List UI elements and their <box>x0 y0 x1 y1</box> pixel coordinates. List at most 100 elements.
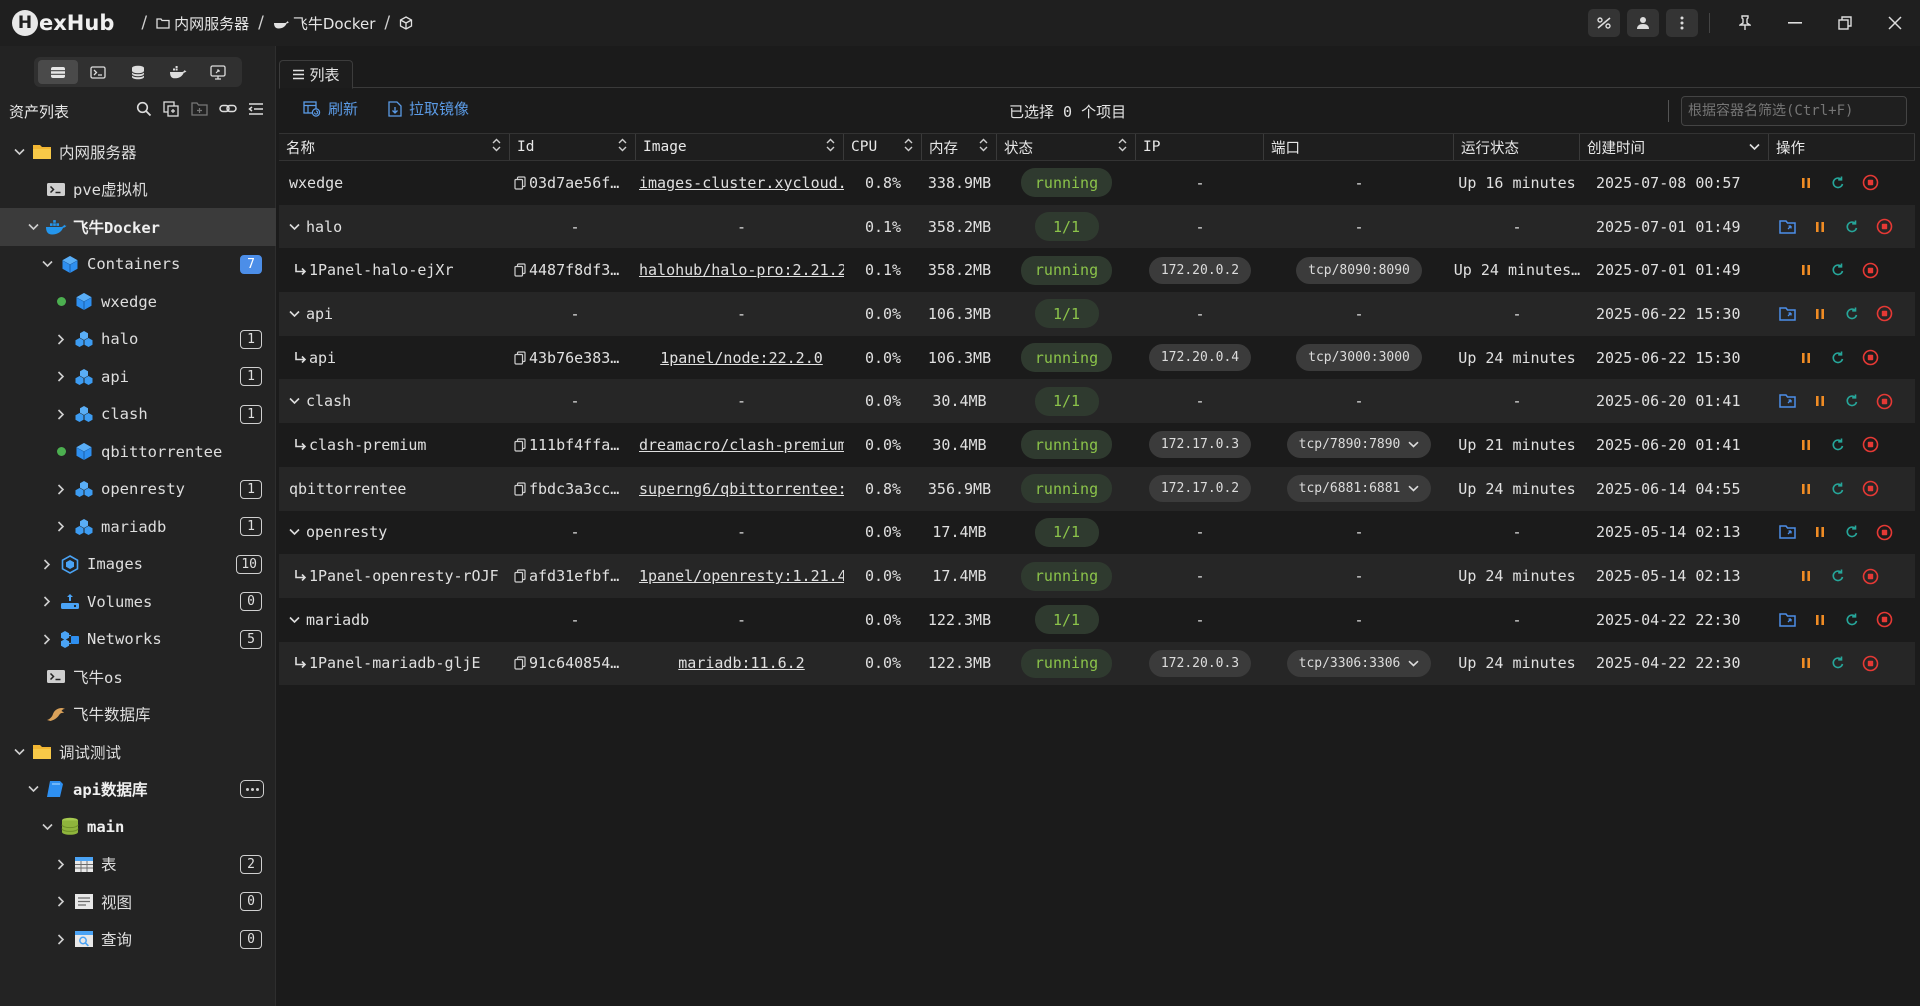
expand-toggle[interactable] <box>54 934 68 945</box>
restart-button[interactable] <box>1843 523 1861 541</box>
table-row[interactable]: api 43b76e383… 1panel/node:22.2.0 0.0% 106.3… <box>279 336 1915 380</box>
tab-database-view[interactable] <box>118 60 158 84</box>
sort-icon[interactable] <box>492 138 501 156</box>
stop-button[interactable] <box>1861 436 1879 454</box>
restart-button[interactable] <box>1829 567 1847 585</box>
pause-button[interactable] <box>1811 305 1829 323</box>
chevron-down-icon[interactable] <box>1408 660 1419 667</box>
sort-icon[interactable] <box>1118 138 1127 156</box>
container-filter-input[interactable] <box>1681 96 1907 126</box>
pull-image-button[interactable]: 拉取镜像 <box>388 98 469 119</box>
restart-button[interactable] <box>1843 392 1861 410</box>
expand-toggle[interactable] <box>40 260 54 268</box>
user-button[interactable] <box>1627 9 1659 37</box>
pause-button[interactable] <box>1797 349 1815 367</box>
tab-list[interactable]: 列表 <box>279 60 353 89</box>
column-header[interactable]: IP <box>1136 134 1264 160</box>
restart-button[interactable] <box>1829 261 1847 279</box>
tab-remote-view[interactable] <box>198 60 238 84</box>
column-header[interactable]: 名称 <box>279 134 510 160</box>
sort-desc-icon[interactable] <box>1749 139 1760 155</box>
column-header[interactable]: 状态 <box>997 134 1136 160</box>
tree-node-视图[interactable]: 视图 0 <box>0 883 276 921</box>
tree-node-volumes[interactable]: Volumes 0 <box>0 583 276 621</box>
pause-button[interactable] <box>1811 523 1829 541</box>
pause-button[interactable] <box>1797 436 1815 454</box>
stop-button[interactable] <box>1861 349 1879 367</box>
chevron-down-icon[interactable] <box>289 223 300 231</box>
percent-toggle-button[interactable] <box>1588 9 1620 37</box>
stop-button[interactable] <box>1875 523 1893 541</box>
stop-button[interactable] <box>1875 218 1893 236</box>
stop-button[interactable] <box>1875 611 1893 629</box>
port-dropdown[interactable]: tcp/3306:3306 <box>1286 649 1432 677</box>
tree-node-main[interactable]: main <box>0 808 276 846</box>
image-link[interactable]: 1panel/node:22.2.0 <box>660 349 823 367</box>
stop-button[interactable] <box>1861 174 1879 192</box>
table-row[interactable]: 1Panel-openresty-rOJF afd31efbf… 1panel/op… <box>279 554 1915 598</box>
column-header[interactable]: 运行状态 <box>1454 134 1580 160</box>
pause-button[interactable] <box>1811 392 1829 410</box>
expand-toggle[interactable] <box>54 409 68 420</box>
chevron-down-icon[interactable] <box>289 310 300 318</box>
table-group-row[interactable]: api - - 0.0% 106.3MB 1/1 - - - 2025-06-22 15:30 <box>279 292 1915 336</box>
expand-toggle[interactable] <box>54 484 68 495</box>
table-row[interactable]: qbittorrentee fbdc3a3cc… superng6/qbittorr… <box>279 466 1915 511</box>
pause-button[interactable] <box>1797 480 1815 498</box>
column-header[interactable]: 端口 <box>1264 134 1454 160</box>
expand-toggle[interactable] <box>54 334 68 345</box>
restart-button[interactable] <box>1829 480 1847 498</box>
sort-icon[interactable] <box>826 138 835 156</box>
stop-button[interactable] <box>1861 261 1879 279</box>
tree-node-pve虚拟机[interactable]: pve虚拟机 <box>0 171 276 209</box>
tree-node-飞牛docker[interactable]: 飞牛Docker <box>0 208 276 246</box>
new-folder-icon[interactable] <box>191 101 208 121</box>
image-link[interactable]: 1panel/openresty:1.21.4 <box>639 567 844 585</box>
pause-button[interactable] <box>1797 567 1815 585</box>
expand-toggle[interactable] <box>40 823 54 831</box>
table-group-row[interactable]: openresty - - 0.0% 17.4MB 1/1 - - - 2025-05-14 02… <box>279 511 1915 555</box>
breadcrumb-item-server[interactable]: 内网服务器 <box>156 13 249 34</box>
open-compose-button[interactable] <box>1779 392 1797 410</box>
column-header[interactable]: Image <box>636 134 844 160</box>
more-options-button[interactable] <box>240 780 264 799</box>
restore-button[interactable] <box>1820 0 1870 46</box>
tree-node-wxedge[interactable]: wxedge <box>0 283 276 321</box>
restart-button[interactable] <box>1843 218 1861 236</box>
table-row[interactable]: clash-premium 111bf4ffa… dreamacro/clash-p… <box>279 423 1915 467</box>
tab-list-view[interactable] <box>38 60 78 84</box>
table-row[interactable]: wxedge 03d7ae56f… images-cluster.xycloud. 0… <box>279 161 1915 205</box>
column-header[interactable]: 创建时间 <box>1580 134 1769 160</box>
open-compose-button[interactable] <box>1779 611 1797 629</box>
tree-node-api数据库[interactable]: api数据库 <box>0 771 276 809</box>
table-row[interactable]: 1Panel-halo-ejXr 4487f8df3… halohub/halo-p… <box>279 248 1915 292</box>
tree-node-mariadb[interactable]: mariadb 1 <box>0 508 276 546</box>
image-link[interactable]: images-cluster.xycloud. <box>639 174 844 192</box>
stop-button[interactable] <box>1875 392 1893 410</box>
pause-button[interactable] <box>1811 218 1829 236</box>
tree-node-halo[interactable]: halo 1 <box>0 321 276 359</box>
minimize-button[interactable] <box>1770 0 1820 46</box>
search-icon[interactable] <box>136 101 152 121</box>
copy-icon[interactable] <box>514 263 526 277</box>
tab-terminal-view[interactable] <box>78 60 118 84</box>
pause-button[interactable] <box>1811 611 1829 629</box>
expand-toggle[interactable] <box>54 859 68 870</box>
expand-toggle[interactable] <box>12 148 26 156</box>
expand-toggle[interactable] <box>40 596 54 607</box>
breadcrumb-item-current[interactable] <box>399 16 413 30</box>
table-row[interactable]: 1Panel-mariadb-gljE 91c640854… mariadb:11.… <box>279 641 1915 686</box>
pin-button[interactable] <box>1720 0 1770 46</box>
column-header[interactable]: 内存 <box>922 134 997 160</box>
tree-node-api[interactable]: api 1 <box>0 358 276 396</box>
copy-icon[interactable] <box>514 482 526 496</box>
expand-toggle[interactable] <box>26 785 40 793</box>
tree-node-表[interactable]: 表2 <box>0 846 276 884</box>
open-compose-button[interactable] <box>1779 218 1797 236</box>
table-group-row[interactable]: clash - - 0.0% 30.4MB 1/1 - - - 2025-06-20 01:41 <box>279 379 1915 424</box>
collapse-all-icon[interactable] <box>248 101 264 121</box>
image-link[interactable]: superng6/qbittorrentee: <box>639 480 844 498</box>
expand-toggle[interactable] <box>54 371 68 382</box>
more-menu-button[interactable] <box>1666 9 1698 37</box>
column-header[interactable]: 操作 <box>1769 134 1915 160</box>
